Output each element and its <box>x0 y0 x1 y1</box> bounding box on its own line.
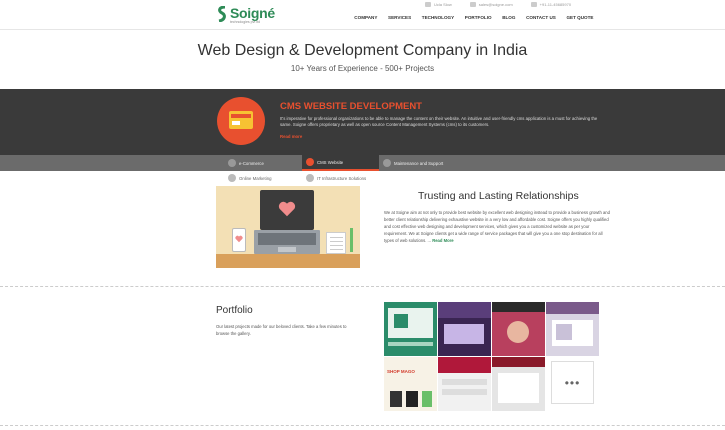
site-header: Soigné technologies pvt ltd Ucla Slow sa… <box>0 0 725 30</box>
portfolio-thumb-5-label: SHOP MAGO <box>387 369 415 374</box>
phone-icon <box>232 228 246 252</box>
tab-ecommerce[interactable]: e-Commerce <box>228 155 264 171</box>
tab-online-marketing[interactable]: Online Marketing <box>228 174 271 182</box>
portfolio-more-button[interactable]: ••• <box>551 361 594 404</box>
section-divider <box>0 286 725 287</box>
portfolio-thumb-1[interactable] <box>384 302 437 356</box>
service-tabs: e-Commerce CMS Website Maintenance and S… <box>0 155 725 171</box>
portfolio-thumb-5[interactable]: SHOP MAGO <box>384 357 437 411</box>
cart-icon <box>228 159 236 167</box>
marketing-icon <box>228 174 236 182</box>
portfolio-thumb-2[interactable] <box>438 302 491 356</box>
nav-services[interactable]: SERVICES <box>383 15 417 20</box>
hero-title: Web Design & Development Company in Indi… <box>197 42 528 59</box>
logo[interactable]: Soigné technologies pvt ltd <box>216 4 276 24</box>
contact-row: Ucla Slow sales@soigne.com +91-11-456859… <box>425 2 571 7</box>
nav-get-quote[interactable]: GET QUOTE <box>561 15 599 20</box>
laptop-keyboard <box>254 230 320 254</box>
logo-brand: Soigné <box>230 5 275 21</box>
logo-tagline: technologies pvt ltd <box>230 20 260 24</box>
skype-icon <box>425 2 431 7</box>
nav-contact-us[interactable]: CONTACT US <box>521 15 561 20</box>
skype-contact[interactable]: Ucla Slow <box>425 2 452 7</box>
portfolio-title: Portfolio <box>216 305 253 316</box>
trust-title: Trusting and Lasting Relationships <box>418 190 579 202</box>
bottom-divider <box>0 425 725 426</box>
phone-contact[interactable]: +91-11-45685970 <box>530 2 571 7</box>
cms-window-icon <box>217 97 265 145</box>
tab-it-infrastructure[interactable]: IT Infrastructure Solutions <box>306 174 366 182</box>
more-dots-icon: ••• <box>564 376 581 390</box>
cms-icon <box>306 158 314 166</box>
logo-mark-icon <box>218 6 226 22</box>
nav-blog[interactable]: BLOG <box>497 15 521 20</box>
service-description: It's imperative for professional organiz… <box>280 116 598 127</box>
portfolio-thumb-3[interactable] <box>492 302 545 356</box>
hero-subtitle: 10+ Years of Experience - 500+ Projects <box>290 64 435 73</box>
portfolio-description: Our latest projects made for our beloved… <box>216 324 347 336</box>
trust-description: We at Soigne aim at not only to provide … <box>384 210 610 243</box>
service-read-more-link[interactable]: Read more <box>280 134 302 139</box>
main-nav: COMPANY SERVICES TECHNOLOGY PORTFOLIO BL… <box>349 15 599 20</box>
heart-icon <box>278 201 296 217</box>
nav-technology[interactable]: TECHNOLOGY <box>416 15 459 20</box>
portfolio-thumb-6[interactable] <box>438 357 491 411</box>
service-title: CMS WEBSITE DEVELOPMENT <box>280 101 422 112</box>
server-icon <box>306 174 314 182</box>
nav-portfolio[interactable]: PORTFOLIO <box>460 15 497 20</box>
trust-read-more-link[interactable]: Read More <box>432 238 453 243</box>
tab-cms-website[interactable]: CMS Website <box>302 155 379 171</box>
tab-maintenance[interactable]: Maintenance and Support <box>383 155 443 171</box>
gear-icon <box>383 159 391 167</box>
portfolio-thumb-7[interactable] <box>492 357 545 411</box>
mail-icon <box>469 2 476 7</box>
laptop-illustration <box>216 186 360 268</box>
portfolio-thumb-4[interactable] <box>546 302 599 356</box>
notebook-icon <box>326 232 346 254</box>
nav-company[interactable]: COMPANY <box>349 15 383 20</box>
desk <box>216 254 360 268</box>
email-contact[interactable]: sales@soigne.com <box>469 2 513 7</box>
laptop-screen <box>260 190 314 230</box>
phone-icon <box>530 2 537 7</box>
pencil-icon <box>350 228 353 252</box>
